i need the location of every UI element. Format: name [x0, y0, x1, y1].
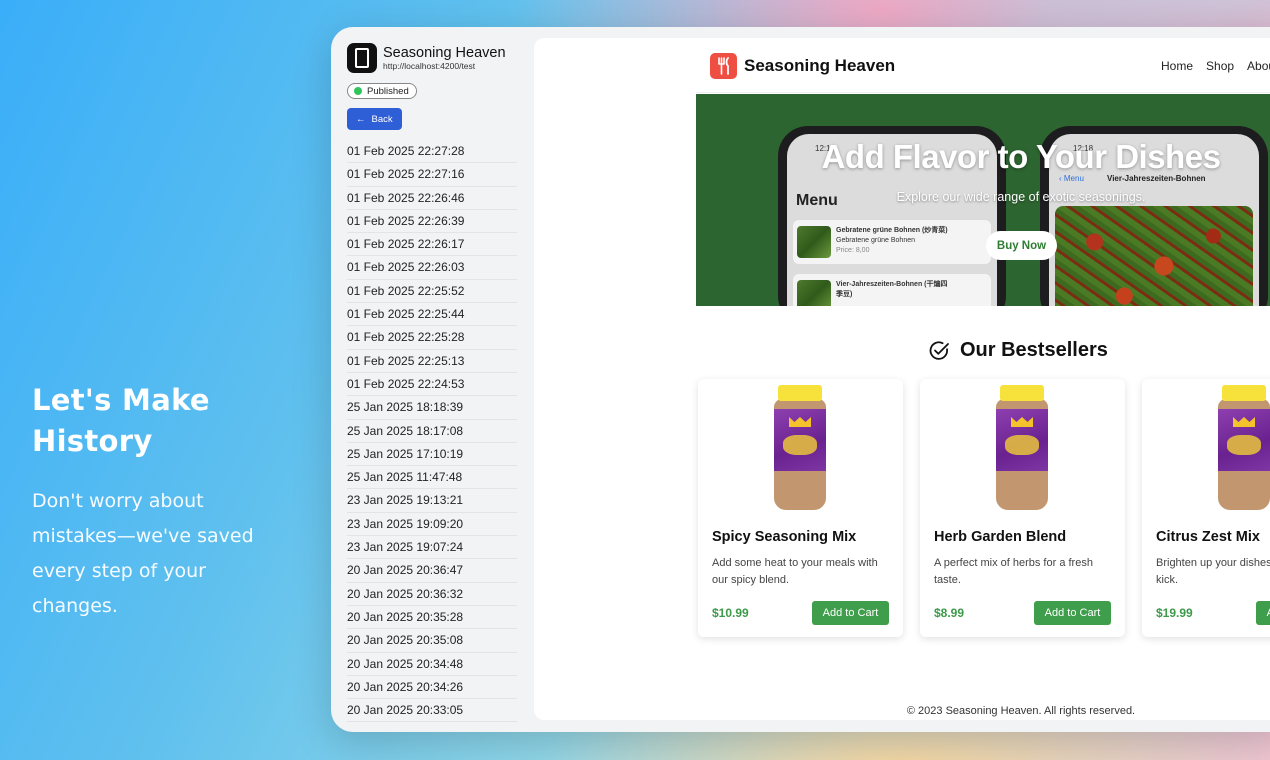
history-entry[interactable]: 01 Feb 2025 22:27:28: [347, 140, 517, 164]
history-entry[interactable]: 20 Jan 2025 20:36:32: [347, 583, 517, 606]
history-entry[interactable]: 20 Jan 2025 20:34:26: [347, 676, 517, 700]
nav-about[interactable]: About: [1247, 59, 1270, 73]
product-name: Spicy Seasoning Mix: [712, 529, 857, 545]
history-entry[interactable]: 25 Jan 2025 11:47:48: [347, 466, 517, 490]
site-preview: Seasoning Heaven Home Shop About 12:17 M…: [534, 38, 1270, 720]
history-entry[interactable]: 20 Jan 2025 20:33:05: [347, 699, 517, 723]
status-label: Published: [367, 85, 409, 97]
site-url: http://localhost:4200/test: [383, 60, 476, 71]
product-image: [996, 385, 1048, 510]
app-window: Seasoning Heaven http://localhost:4200/t…: [331, 27, 1270, 732]
menu-item-name: Vier-Jahreszeiten-Bohnen (干煸四: [836, 281, 948, 288]
bestsellers-header: Our Bestsellers: [928, 339, 1108, 362]
history-entry[interactable]: 01 Feb 2025 22:25:44: [347, 303, 517, 327]
nav-shop[interactable]: Shop: [1206, 59, 1234, 73]
menu-item-sub: Gebratene grüne Bohnen: [836, 237, 916, 244]
add-to-cart-button[interactable]: Add to Cart: [812, 601, 889, 625]
site-footer: © 2023 Seasoning Heaven. All rights rese…: [906, 705, 1136, 717]
history-entry[interactable]: 01 Feb 2025 22:27:16: [347, 163, 517, 187]
check-circle-icon: [929, 340, 949, 360]
product-image: [1218, 385, 1270, 510]
product-name: Herb Garden Blend: [934, 529, 1067, 545]
back-label: Back: [371, 113, 393, 125]
history-entry[interactable]: 01 Feb 2025 22:26:46: [347, 187, 517, 210]
menu-item-name-cont: 季豆): [836, 291, 853, 298]
history-list: 01 Feb 2025 22:27:28 01 Feb 2025 22:27:16…: [347, 140, 517, 723]
dish-photo: [1055, 206, 1253, 306]
add-to-cart-button[interactable]: Add to Cart: [1034, 601, 1111, 625]
menu-item-name: Gebratene grüne Bohnen (炒青菜): [836, 227, 948, 234]
history-entry[interactable]: 01 Feb 2025 22:25:13: [347, 350, 517, 373]
product-price: $10.99: [712, 606, 749, 620]
product-price: $19.99: [1156, 606, 1193, 620]
brand-name[interactable]: Seasoning Heaven: [744, 56, 895, 76]
product-description: A perfect mix of herbs for a fresh taste…: [934, 557, 1093, 586]
product-description: Add some heat to your meals with our spi…: [712, 557, 878, 586]
history-entry[interactable]: 23 Jan 2025 19:09:20: [347, 513, 517, 537]
phone-menu-item: Vier-Jahreszeiten-Bohnen (干煸四 季豆): [793, 274, 991, 306]
hero-title: Add Flavor to Your Dishes: [821, 138, 1221, 175]
back-button[interactable]: ← Back: [347, 108, 402, 130]
history-entry[interactable]: 01 Feb 2025 22:25:28: [347, 326, 517, 350]
product-description: Brighten up your dishes with a citrus ki…: [1156, 557, 1270, 586]
history-entry[interactable]: 23 Jan 2025 19:13:21: [347, 489, 517, 513]
history-entry[interactable]: 01 Feb 2025 22:26:03: [347, 256, 517, 280]
history-entry[interactable]: 20 Jan 2025 20:36:47: [347, 559, 517, 583]
history-entry[interactable]: 25 Jan 2025 17:10:19: [347, 443, 517, 467]
add-to-cart-button[interactable]: Add to Cart: [1256, 601, 1270, 625]
history-entry[interactable]: 01 Feb 2025 22:24:53: [347, 373, 517, 397]
published-dot-icon: [354, 87, 362, 95]
history-entry[interactable]: 01 Feb 2025 22:25:52: [347, 280, 517, 304]
menu-item-price: Price: 8,00: [836, 247, 870, 254]
history-entry[interactable]: 23 Jan 2025 19:07:24: [347, 536, 517, 560]
history-entry[interactable]: 20 Jan 2025 20:35:28: [347, 606, 517, 630]
history-entry[interactable]: 20 Jan 2025 20:34:48: [347, 653, 517, 676]
history-entry[interactable]: 25 Jan 2025 18:17:08: [347, 420, 517, 443]
hero-subtitle: Explore our wide range of exotic seasoni…: [896, 190, 1146, 204]
promo-panel: Let's Make History Don't worry about mis…: [32, 380, 292, 624]
product-price: $8.99: [934, 606, 965, 620]
nav-home[interactable]: Home: [1161, 59, 1193, 73]
hero-banner: 12:17 Menu Gebratene grüne Bohnen (炒青菜) G…: [696, 94, 1270, 306]
nav-links: Home Shop About: [1161, 59, 1270, 73]
history-entry[interactable]: 20 Jan 2025 20:35:08: [347, 629, 517, 653]
arrow-left-icon: ←: [356, 113, 366, 125]
product-card[interactable]: Herb Garden Blend A perfect mix of herbs …: [920, 379, 1125, 637]
history-entry[interactable]: 25 Jan 2025 18:18:39: [347, 396, 517, 420]
history-entry[interactable]: 01 Feb 2025 22:26:17: [347, 233, 517, 257]
site-icon: [347, 43, 377, 73]
promo-body: Don't worry about mistakes—we've saved e…: [32, 490, 254, 617]
status-badge: Published: [347, 83, 417, 99]
fork-knife-icon[interactable]: [710, 53, 737, 79]
history-sidebar: Seasoning Heaven http://localhost:4200/t…: [347, 43, 517, 723]
website: Seasoning Heaven Home Shop About 12:17 M…: [696, 38, 1270, 720]
product-name: Citrus Zest Mix: [1156, 529, 1260, 545]
product-image: [774, 385, 826, 510]
buy-now-button[interactable]: Buy Now: [986, 231, 1057, 260]
history-entry[interactable]: 01 Feb 2025 22:26:39: [347, 210, 517, 234]
product-card[interactable]: Citrus Zest Mix Brighten up your dishes w…: [1142, 379, 1270, 637]
product-card[interactable]: Spicy Seasoning Mix Add some heat to your…: [698, 379, 903, 637]
bestsellers-title: Our Bestsellers: [960, 339, 1108, 361]
site-navbar: Seasoning Heaven Home Shop About: [696, 38, 1270, 93]
promo-heading: Let's Make History: [32, 383, 210, 458]
site-header: Seasoning Heaven http://localhost:4200/t…: [347, 43, 517, 73]
phone-menu-item: Gebratene grüne Bohnen (炒青菜) Gebratene gr…: [793, 220, 991, 264]
site-name: Seasoning Heaven: [383, 44, 506, 61]
